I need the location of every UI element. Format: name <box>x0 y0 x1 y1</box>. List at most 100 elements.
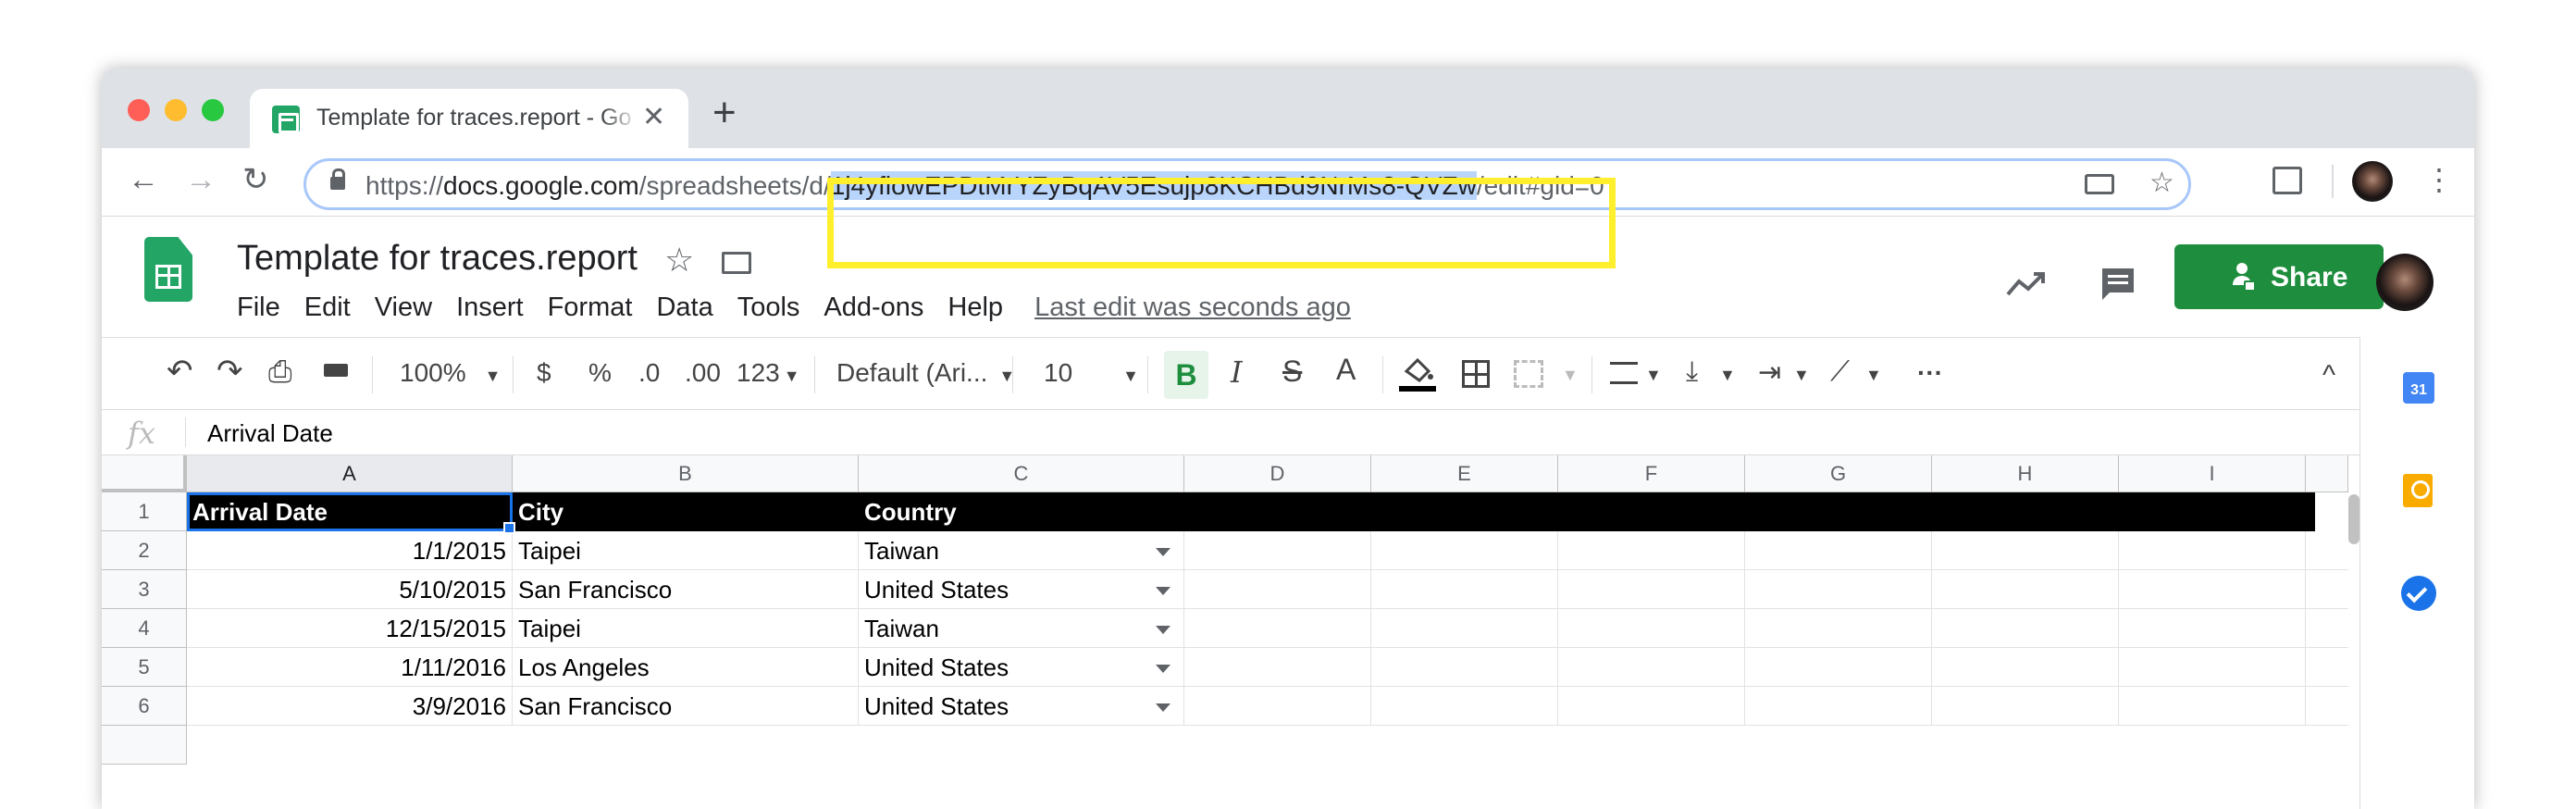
undo-button[interactable]: ↶ <box>167 353 193 390</box>
font-family-select[interactable]: Default (Ari... ▼ <box>836 358 1015 388</box>
dropdown-arrow-icon[interactable] <box>1156 626 1170 634</box>
col-header-c[interactable]: C <box>859 455 1184 492</box>
reload-button[interactable]: ↻ <box>242 161 269 198</box>
italic-button[interactable]: I <box>1231 355 1243 390</box>
increase-decimal-button[interactable]: .00 <box>685 358 721 388</box>
row-header[interactable]: 3 <box>102 570 187 609</box>
cell-a6[interactable]: 3/9/2016 <box>187 687 513 726</box>
menu-tools[interactable]: Tools <box>737 292 800 322</box>
cell-a4[interactable]: 12/15/2015 <box>187 609 513 648</box>
comments-icon[interactable] <box>2099 265 2137 304</box>
forward-button[interactable]: → <box>185 161 217 198</box>
redo-button[interactable]: ↷ <box>217 353 243 390</box>
text-color-button[interactable]: A <box>1336 353 1356 387</box>
dropdown-arrow-icon[interactable] <box>1156 587 1170 595</box>
menu-insert[interactable]: Insert <box>456 292 524 322</box>
vertical-align-icon[interactable]: ⤓ <box>1686 356 1698 388</box>
tasks-icon[interactable] <box>2401 576 2436 611</box>
cell-c3[interactable]: United States <box>859 570 1184 609</box>
tab-close-button[interactable]: ✕ <box>642 101 665 133</box>
activity-trend-icon[interactable] <box>2006 270 2047 298</box>
lock-icon[interactable] <box>330 168 345 190</box>
row-header[interactable]: 4 <box>102 609 187 648</box>
menu-edit[interactable]: Edit <box>304 292 351 322</box>
select-all-corner[interactable] <box>102 455 187 492</box>
cell-c1[interactable]: Country <box>859 492 1184 531</box>
col-header-i[interactable]: I <box>2119 455 2306 492</box>
horizontal-align-icon[interactable] <box>1610 362 1638 384</box>
cell-b3[interactable]: San Francisco <box>513 570 859 609</box>
cell-b1[interactable]: City <box>513 492 859 531</box>
cell-a3[interactable]: 5/10/2015 <box>187 570 513 609</box>
col-header-e[interactable]: E <box>1371 455 1558 492</box>
row-header[interactable]: 1 <box>102 492 187 531</box>
last-edit-link[interactable]: Last edit was seconds ago <box>1034 292 1351 322</box>
menu-format[interactable]: Format <box>548 292 633 322</box>
calendar-icon[interactable]: 31 <box>2403 372 2434 404</box>
dropdown-arrow-icon[interactable] <box>1156 665 1170 673</box>
cell-b5[interactable]: Los Angeles <box>513 648 859 687</box>
move-folder-icon[interactable] <box>722 252 751 274</box>
profile-avatar[interactable] <box>2352 161 2393 202</box>
cell-b6[interactable]: San Francisco <box>513 687 859 726</box>
tab-search-icon[interactable] <box>2273 167 2302 194</box>
row-header[interactable]: 5 <box>102 648 187 687</box>
cell-c2[interactable]: Taiwan <box>859 531 1184 570</box>
borders-icon[interactable] <box>1462 360 1490 388</box>
col-header-a[interactable]: A <box>187 455 513 492</box>
text-rotation-icon[interactable]: ⟋ <box>1830 356 1850 388</box>
star-document-icon[interactable]: ☆ <box>664 241 694 280</box>
bold-button[interactable]: B <box>1164 351 1208 399</box>
zoom-select[interactable]: 100% ▼ <box>400 358 501 388</box>
strikethrough-button[interactable]: S <box>1282 355 1302 389</box>
format-percent-button[interactable]: % <box>588 358 612 388</box>
collapse-toolbar-button[interactable]: ^ <box>2322 360 2335 392</box>
merge-cells-icon[interactable] <box>1514 360 1543 388</box>
back-button[interactable]: ← <box>128 161 159 198</box>
row-header[interactable]: 6 <box>102 687 187 726</box>
cell-c4[interactable]: Taiwan <box>859 609 1184 648</box>
menu-help[interactable]: Help <box>947 292 1003 322</box>
menu-addons[interactable]: Add-ons <box>824 292 923 322</box>
fill-color-button[interactable] <box>1399 355 1436 393</box>
tab-active[interactable]: Template for traces.report - Google Shee… <box>250 89 688 148</box>
bookmark-star-icon[interactable]: ☆ <box>2149 167 2174 199</box>
formula-input[interactable]: Arrival Date <box>207 419 333 448</box>
menu-file[interactable]: File <box>237 292 280 322</box>
menu-data[interactable]: Data <box>656 292 712 322</box>
document-title[interactable]: Template for traces.report <box>237 239 638 279</box>
menu-view[interactable]: View <box>375 292 432 322</box>
col-header-f[interactable]: F <box>1558 455 1745 492</box>
maximize-window-button[interactable] <box>202 99 224 121</box>
col-header-b[interactable]: B <box>513 455 859 492</box>
cell-c5[interactable]: United States <box>859 648 1184 687</box>
keep-icon[interactable] <box>2403 474 2433 507</box>
install-app-icon[interactable] <box>2085 174 2114 194</box>
decrease-decimal-button[interactable]: .0 <box>638 358 660 388</box>
new-tab-button[interactable]: + <box>712 93 737 133</box>
empty-cells-area[interactable] <box>1184 531 2348 726</box>
print-icon[interactable]: ⎙ <box>268 355 292 390</box>
minimize-window-button[interactable] <box>165 99 187 121</box>
more-formats-select[interactable]: 123 ▼ <box>737 358 800 388</box>
paint-format-icon[interactable] <box>324 364 348 377</box>
col-header-h[interactable]: H <box>1932 455 2119 492</box>
format-currency-button[interactable]: $ <box>537 358 551 388</box>
cell-b2[interactable]: Taipei <box>513 531 859 570</box>
text-wrap-icon[interactable]: ⇥ <box>1758 356 1781 389</box>
browser-menu-button[interactable]: ⋮ <box>2424 162 2454 197</box>
cell-a5[interactable]: 1/11/2016 <box>187 648 513 687</box>
font-size-select[interactable]: 10 ▼ <box>1044 358 1139 388</box>
cell-c6[interactable]: United States <box>859 687 1184 726</box>
vertical-scrollbar[interactable] <box>2348 492 2359 809</box>
col-header-d[interactable]: D <box>1184 455 1371 492</box>
dropdown-arrow-icon[interactable] <box>1156 703 1170 712</box>
sheets-logo-icon[interactable] <box>144 237 192 302</box>
col-header-g[interactable]: G <box>1745 455 1932 492</box>
dropdown-arrow-icon[interactable] <box>1156 548 1170 556</box>
row-header[interactable]: 2 <box>102 531 187 570</box>
close-window-button[interactable] <box>128 99 150 121</box>
account-avatar[interactable] <box>2376 254 2434 311</box>
cell-b4[interactable]: Taipei <box>513 609 859 648</box>
more-options-button[interactable]: ··· <box>1917 358 1943 388</box>
